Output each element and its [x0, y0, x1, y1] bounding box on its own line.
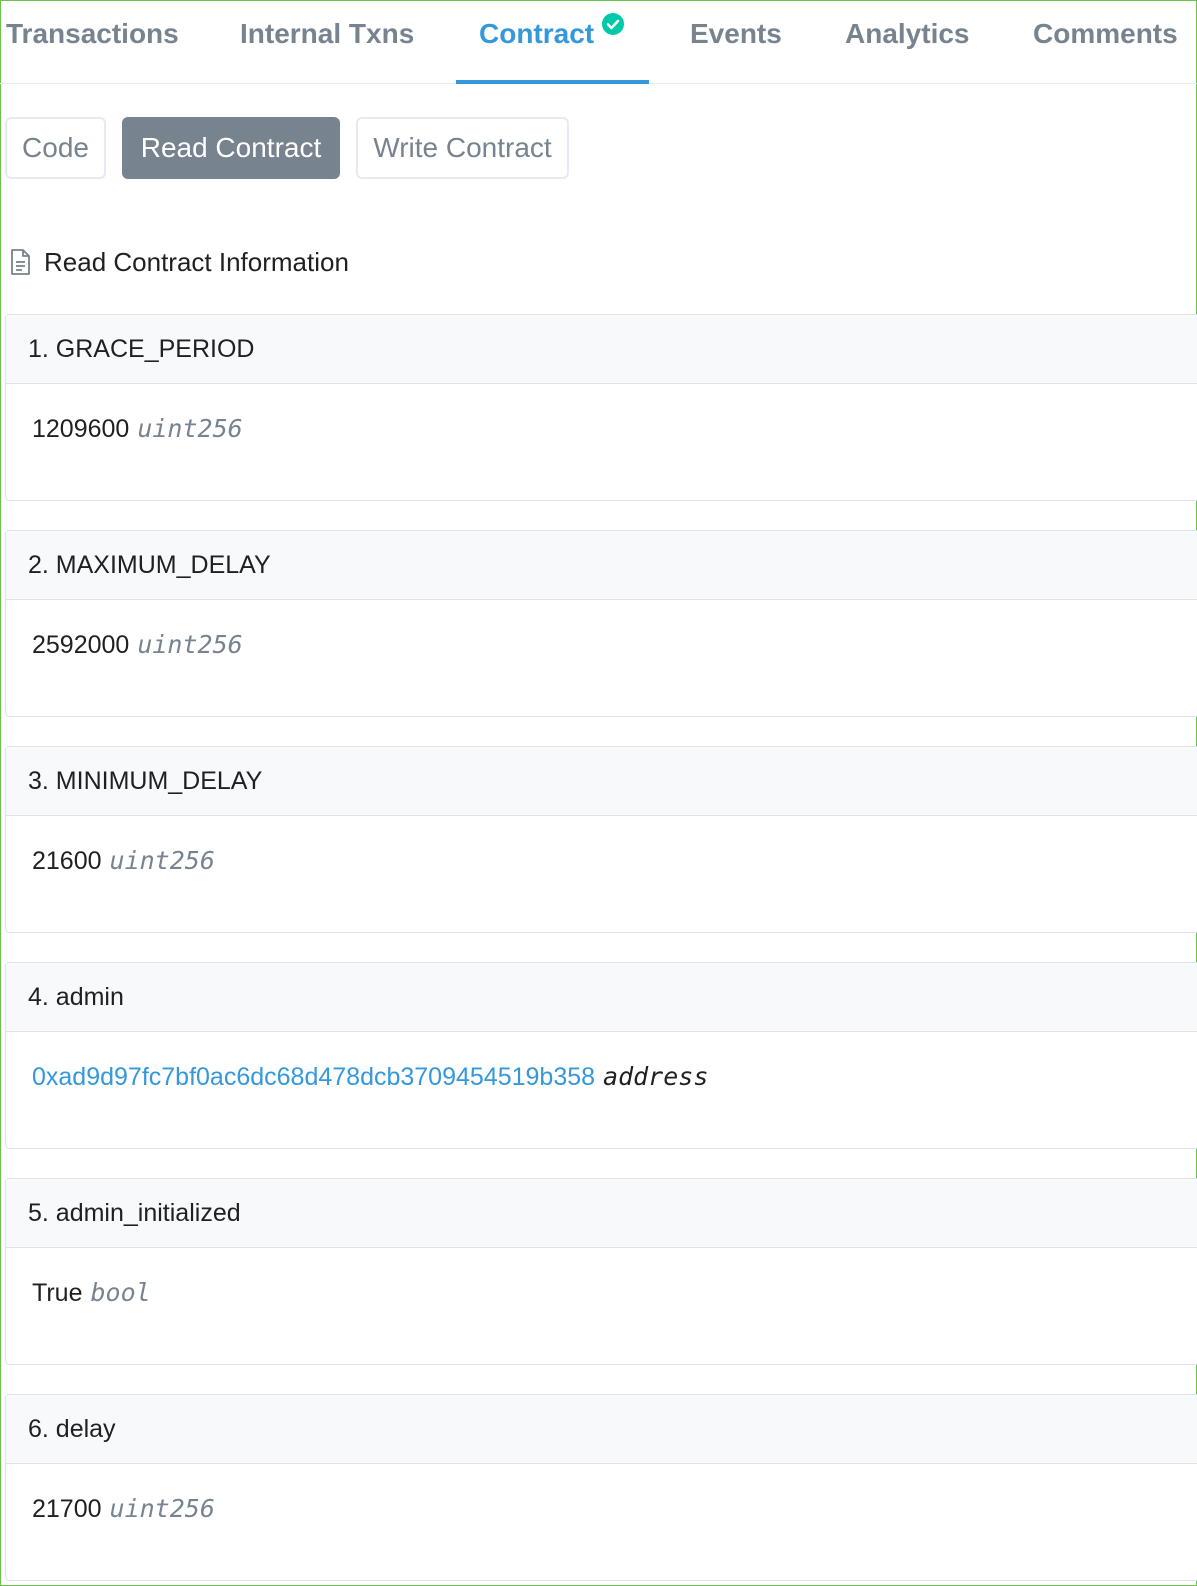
function-result: True bool — [6, 1248, 1197, 1308]
tab-events[interactable]: Events — [690, 18, 782, 50]
function-result: 0xad9d97fc7bf0ac6dc68d478dcb3709454519b3… — [6, 1032, 1197, 1092]
function-result: 21700 uint256 — [6, 1464, 1197, 1524]
function-card-admin-initialized: 5. admin_initialized True bool — [5, 1178, 1197, 1365]
function-result: 1209600 uint256 — [6, 384, 1197, 444]
function-result: 2592000 uint256 — [6, 600, 1197, 660]
document-icon — [11, 249, 30, 275]
function-card-admin: 4. admin 0xad9d97fc7bf0ac6dc68d478dcb370… — [5, 962, 1197, 1149]
section-title: Read Contract Information — [44, 246, 349, 277]
read-contract-heading: Read Contract Information — [10, 244, 349, 280]
function-type: address — [603, 1062, 709, 1091]
function-value: 21700 — [32, 1495, 102, 1523]
function-card-minimum-delay: 3. MINIMUM_DELAY 21600 uint256 — [5, 746, 1197, 933]
code-button[interactable]: Code — [5, 117, 106, 179]
function-value: 1209600 — [32, 415, 130, 443]
function-header[interactable]: 2. MAXIMUM_DELAY — [6, 531, 1197, 600]
contract-tabs: Transactions Internal Txns Contract Even… — [0, 0, 1197, 84]
read-contract-button[interactable]: Read Contract — [122, 117, 340, 179]
function-type: bool — [90, 1278, 151, 1307]
admin-address-link[interactable]: 0xad9d97fc7bf0ac6dc68d478dcb3709454519b3… — [32, 1063, 595, 1091]
function-type: uint256 — [137, 414, 243, 443]
write-contract-button[interactable]: Write Contract — [356, 117, 569, 179]
function-result: 21600 uint256 — [6, 816, 1197, 876]
function-value: 21600 — [32, 847, 102, 875]
tab-comments[interactable]: Comments — [1033, 18, 1178, 50]
function-type: uint256 — [137, 630, 243, 659]
tab-transactions[interactable]: Transactions — [6, 18, 179, 50]
function-header[interactable]: 4. admin — [6, 963, 1197, 1032]
function-type: uint256 — [109, 846, 215, 875]
tab-analytics[interactable]: Analytics — [845, 18, 970, 50]
function-card-grace-period: 1. GRACE_PERIOD 1209600 uint256 — [5, 314, 1197, 501]
function-header[interactable]: 5. admin_initialized — [6, 1179, 1197, 1248]
tab-internal-txns[interactable]: Internal Txns — [240, 18, 414, 50]
function-card-maximum-delay: 2. MAXIMUM_DELAY 2592000 uint256 — [5, 530, 1197, 717]
function-header[interactable]: 6. delay — [6, 1395, 1197, 1464]
function-value: 2592000 — [32, 631, 130, 659]
verified-check-icon — [602, 13, 624, 35]
function-card-delay: 6. delay 21700 uint256 — [5, 1394, 1197, 1581]
active-tab-indicator — [456, 80, 649, 84]
function-value: True — [32, 1279, 83, 1307]
function-type: uint256 — [109, 1494, 215, 1523]
tab-contract[interactable]: Contract — [479, 18, 594, 50]
function-header[interactable]: 1. GRACE_PERIOD — [6, 315, 1197, 384]
function-header[interactable]: 3. MINIMUM_DELAY — [6, 747, 1197, 816]
